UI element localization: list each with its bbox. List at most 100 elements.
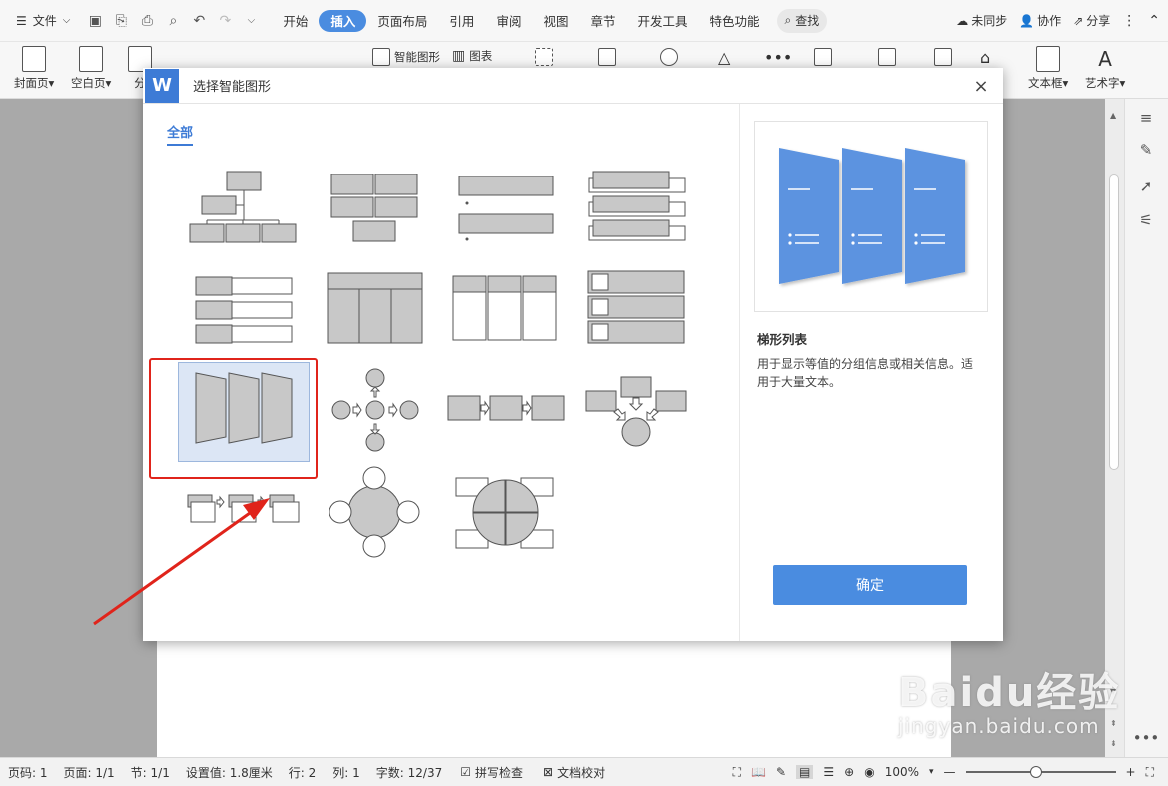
panel-divider <box>739 104 740 641</box>
trapezoid-preview-graphic <box>779 148 965 284</box>
more-menu-icon[interactable]: ⋮ <box>1122 13 1136 29</box>
header-footer-icon[interactable] <box>878 48 896 66</box>
baidu-watermark: Baidu经验 jingyan.baidu.com <box>898 660 1120 738</box>
zoom-in-icon[interactable]: + <box>1126 765 1136 779</box>
tab-review[interactable]: 审阅 <box>485 10 532 32</box>
fit-page-icon[interactable]: ⛶ <box>1146 765 1154 780</box>
zoom-dropdown-icon[interactable]: ▾ <box>929 767 934 777</box>
search-button[interactable]: ⌕ 查找 <box>776 8 828 33</box>
redo-icon[interactable]: ↷ <box>214 10 236 32</box>
spell-check-button[interactable]: ☑ 拼写检查 <box>450 764 533 781</box>
sync-label: 未同步 <box>971 14 1008 28</box>
undo-icon[interactable]: ↶ <box>188 10 210 32</box>
tab-features[interactable]: 特色功能 <box>699 10 771 32</box>
smartart-button[interactable]: 智能图形 <box>372 48 440 66</box>
proofread-button[interactable]: ⊠ 文档校对 <box>533 764 615 781</box>
wordart-button[interactable]: A 艺术字▾ <box>1085 42 1125 91</box>
tab-references[interactable]: 引用 <box>438 10 485 32</box>
watermark-shape: ⌂ <box>980 48 991 67</box>
smartart-thumb-stacked-list[interactable] <box>587 170 737 275</box>
status-setting[interactable]: 设置值: 1.8厘米 <box>178 764 281 781</box>
scrollbar-thumb[interactable] <box>1109 174 1119 470</box>
wps-writer-window: ☰ 文件 ⌵ ▣ ⎘ ⎙ ⌕ ↶ ↷ ⌵ 开始 插入 页面布局 引用 审阅 视图… <box>0 0 1168 786</box>
status-page-code[interactable]: 页码: 1 <box>0 764 56 781</box>
cursor-icon[interactable]: ➚ <box>1135 175 1157 197</box>
picture-list-graphic <box>587 270 685 344</box>
cover-page-button[interactable]: 封面页▾ <box>14 42 54 91</box>
status-pages[interactable]: 页面: 1/1 <box>56 764 123 781</box>
smartart-thumb-picture-list[interactable] <box>587 270 737 375</box>
chart-button[interactable]: ▥ 图表 <box>452 48 492 64</box>
category-tab-all[interactable]: 全部 <box>167 122 194 146</box>
hamburger-icon: ☰ <box>16 13 27 28</box>
zoom-slider-knob[interactable] <box>1029 766 1042 778</box>
textbox-button[interactable]: 文本框▾ <box>1028 42 1068 91</box>
collapse-sidebar-icon[interactable]: ≡ <box>1135 107 1157 129</box>
cover-page-label: 封面页▾ <box>14 76 55 90</box>
tab-developer[interactable]: 开发工具 <box>626 10 698 32</box>
edit-mode-icon[interactable]: ✎ <box>776 765 786 779</box>
search-icon: ⌕ <box>784 13 792 27</box>
close-icon[interactable]: × <box>971 76 991 97</box>
smartart-thumb-matrix-cycle[interactable] <box>455 474 559 552</box>
page-view-icon[interactable]: ▤ <box>796 765 814 779</box>
vertical-scrollbar[interactable]: ▲ ▼ ⇞ ⇟ <box>1105 99 1124 757</box>
smartart-thumb-org-chart[interactable] <box>185 168 335 273</box>
status-row[interactable]: 行: 2 <box>281 764 325 781</box>
status-words[interactable]: 字数: 12/37 <box>368 764 450 781</box>
menu-bar: ☰ 文件 ⌵ ▣ ⎘ ⎙ ⌕ ↶ ↷ ⌵ 开始 插入 页面布局 引用 审阅 视图… <box>0 0 1168 42</box>
smartart-thumb-vertical-box-list[interactable] <box>452 275 602 380</box>
pen-icon[interactable]: ✎ <box>1135 139 1157 161</box>
export-pdf-icon[interactable]: ⎘ <box>110 10 132 32</box>
radial-circle-graphic <box>329 466 420 558</box>
file-menu-button[interactable]: ☰ 文件 ⌵ <box>10 7 76 35</box>
collapse-ribbon-icon[interactable]: ⌃ <box>1148 13 1160 29</box>
print-icon[interactable]: ⎙ <box>136 10 158 32</box>
zoom-out-icon[interactable]: — <box>944 765 956 779</box>
tab-view[interactable]: 视图 <box>532 10 579 32</box>
tab-chapter[interactable]: 章节 <box>579 10 626 32</box>
geometry-icon[interactable]: △ <box>718 48 730 67</box>
textbox-icon <box>1036 46 1061 72</box>
header-footer-shape <box>878 48 896 66</box>
smartart-thumb-radial-circle[interactable] <box>329 466 421 558</box>
smartart-thumb-process-list[interactable] <box>187 494 307 528</box>
comment-icon[interactable] <box>814 48 832 66</box>
eye-care-icon[interactable]: ◉ <box>864 765 874 779</box>
zoom-level[interactable]: 100% <box>885 765 919 779</box>
share-button[interactable]: ⇗ 分享 <box>1073 12 1110 29</box>
scroll-up-icon[interactable]: ▲ <box>1110 111 1116 120</box>
tab-page-layout[interactable]: 页面布局 <box>366 10 438 32</box>
smartart-thumb-radial-cycle[interactable] <box>329 368 429 458</box>
blank-page-button[interactable]: 空白页▾ <box>71 42 111 91</box>
collaborate-button[interactable]: 👤 协作 <box>1019 12 1061 29</box>
web-view-icon[interactable]: ⊕ <box>844 765 854 779</box>
shapes-icon[interactable] <box>598 48 616 66</box>
outline-view-icon[interactable]: ☰ <box>823 765 834 779</box>
sync-button[interactable]: ☁ 未同步 <box>956 12 1007 29</box>
tab-insert[interactable]: 插入 <box>319 9 367 32</box>
cover-page-icon <box>22 46 47 72</box>
screenshot-icon[interactable] <box>535 48 553 66</box>
fullscreen-icon[interactable]: ⛶ <box>733 765 741 780</box>
adjust-icon[interactable]: ⚟ <box>1135 209 1157 231</box>
customize-chevron-icon[interactable]: ⌵ <box>240 10 262 32</box>
more-icon[interactable]: ••• <box>1133 727 1160 749</box>
page-number-icon[interactable] <box>934 48 952 66</box>
reading-mode-icon[interactable]: 📖 <box>751 765 766 779</box>
smartart-thumb-basic-process[interactable] <box>447 394 577 424</box>
zoom-slider[interactable] <box>965 766 1116 778</box>
next-page-icon[interactable]: ⇟ <box>1110 739 1117 748</box>
watermark-icon[interactable]: ⌂ <box>980 48 990 67</box>
tab-home[interactable]: 开始 <box>272 10 319 32</box>
more-insert-icon[interactable]: ••• <box>764 48 792 67</box>
status-section[interactable]: 节: 1/1 <box>123 764 178 781</box>
smartart-thumb-converging[interactable] <box>585 376 695 448</box>
smartart-thumb-vertical-list[interactable] <box>457 176 607 281</box>
print-preview-icon[interactable]: ⌕ <box>162 10 184 32</box>
dialog-title: 选择智能图形 <box>193 80 272 95</box>
save-icon[interactable]: ▣ <box>84 10 106 32</box>
flowchart-icon[interactable] <box>660 48 678 66</box>
status-col[interactable]: 列: 1 <box>324 764 368 781</box>
ok-button[interactable]: 确定 <box>773 565 967 605</box>
